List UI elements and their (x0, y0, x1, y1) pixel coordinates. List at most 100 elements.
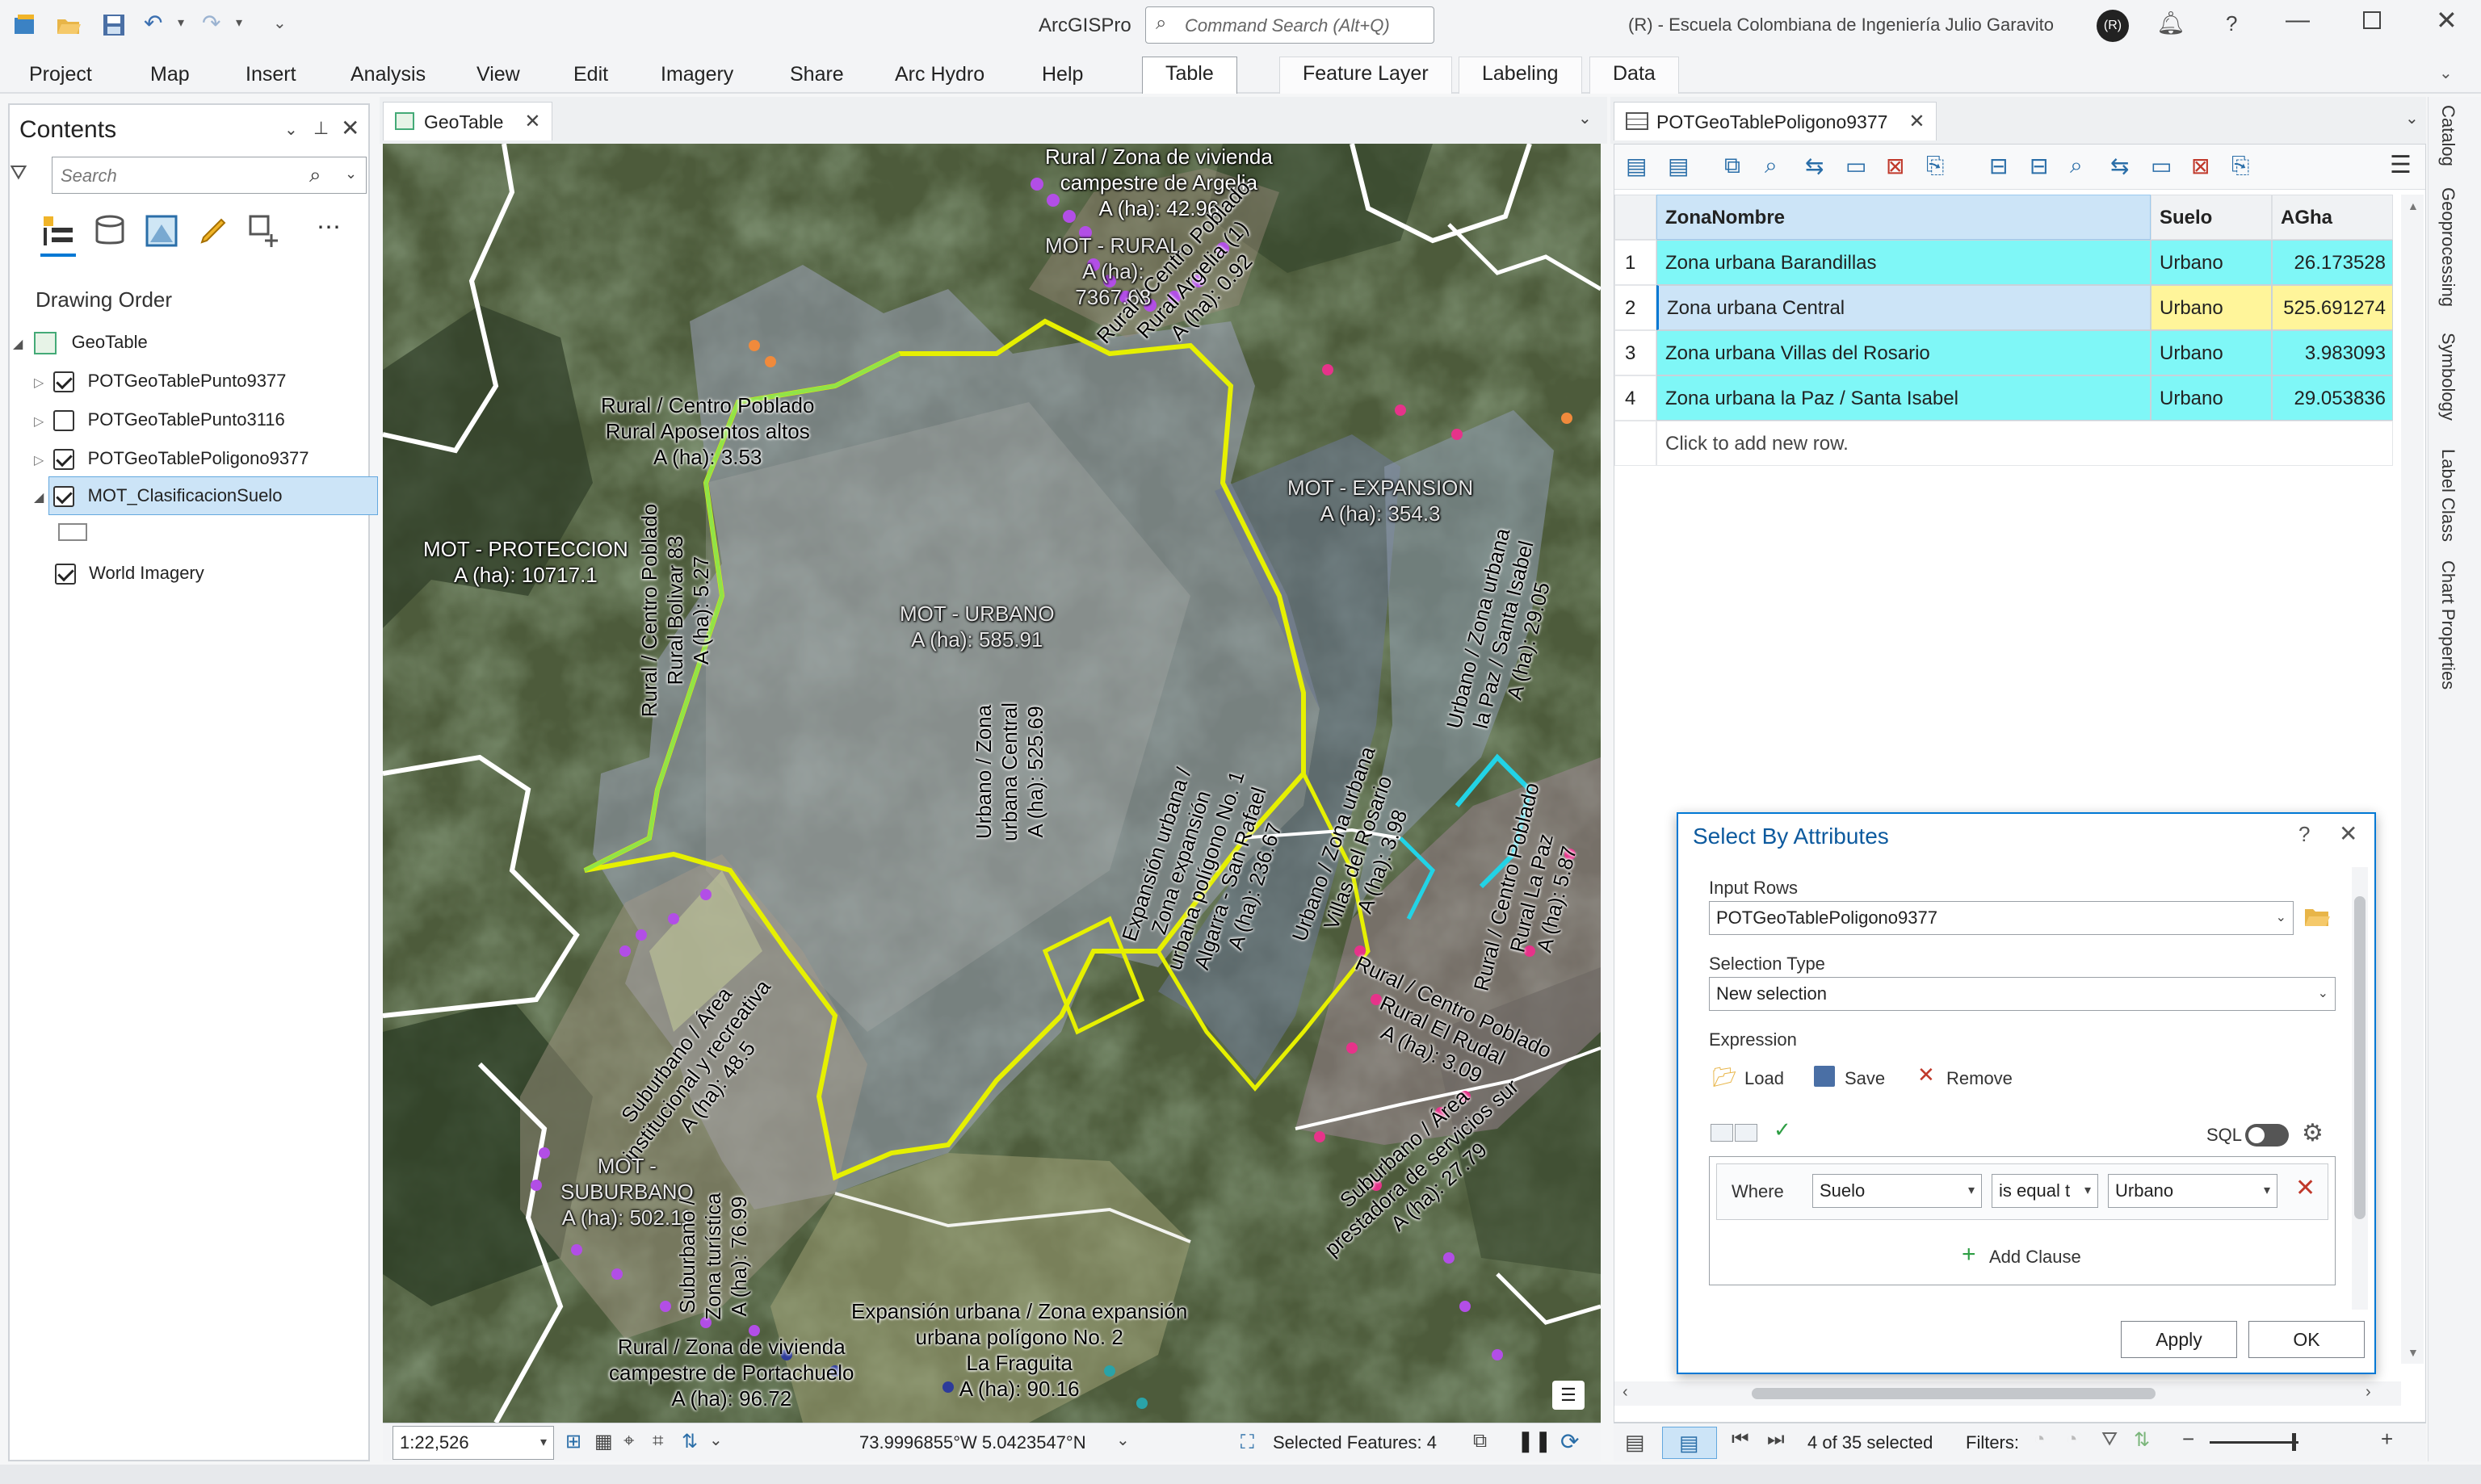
operator-dropdown[interactable]: is equal t ▾ (1992, 1174, 2098, 1208)
chevron-down-icon[interactable]: ⌄ (709, 1430, 723, 1450)
grid-icon[interactable]: ▦ (594, 1430, 613, 1453)
row-number[interactable]: 1 (1614, 240, 1656, 285)
coordinate-format-dropdown-icon[interactable]: ⌄ (1116, 1430, 1130, 1450)
scroll-thumb[interactable] (2354, 896, 2366, 1219)
tab-geotable[interactable]: GeoTable ✕ (383, 102, 553, 140)
remove-icon[interactable]: ✕ (1917, 1063, 1935, 1088)
refresh-icon[interactable]: ⟳ (1560, 1428, 1579, 1455)
layer-row[interactable]: ▷ POTGeoTablePunto3116 (34, 402, 285, 438)
calculate-field-icon[interactable]: ▤ (1668, 153, 1689, 179)
remove-button[interactable]: Remove (1946, 1067, 2013, 1090)
pin-icon[interactable]: ⊥ (313, 118, 329, 139)
more-options-icon[interactable]: ⋯ (317, 213, 341, 241)
table-cell[interactable]: 26.173528 (2272, 240, 2393, 285)
collapse-arrow-icon[interactable]: ◢ (13, 337, 23, 351)
notifications-bell-icon[interactable]: 🔔︎ (2156, 10, 2185, 36)
expand-arrow-icon[interactable]: ▷ (34, 415, 44, 429)
table-vertical-scrollbar[interactable]: ▲ ▼ (2401, 195, 2424, 1364)
tab-analysis[interactable]: Analysis (351, 58, 426, 90)
table-cell[interactable]: 525.691274 (2272, 285, 2393, 330)
verify-check-icon[interactable]: ✓ (1774, 1117, 1791, 1142)
contents-search-input[interactable]: Search ⌕ ⌄ (52, 157, 367, 194)
tab-data[interactable]: Data (1589, 57, 1679, 94)
zoom-to-selection-icon[interactable]: ⌕ (1765, 153, 1778, 179)
zoom-slider-thumb[interactable] (2292, 1433, 2296, 1451)
copy-icon[interactable]: ⎘ (1926, 153, 1944, 179)
scroll-left-icon[interactable]: ‹ (1623, 1383, 1628, 1402)
selection-type-dropdown[interactable]: New selection ⌄ (1709, 977, 2336, 1011)
show-all-icon[interactable]: ⊟ (2030, 153, 2048, 179)
tab-imagery[interactable]: Imagery (661, 58, 733, 90)
list-by-snapping-icon[interactable] (247, 213, 283, 249)
list-by-editing-icon[interactable] (195, 213, 231, 249)
tab-help[interactable]: Help (1042, 58, 1083, 90)
sort-icon[interactable]: ⇅ (2134, 1428, 2150, 1452)
search-icon[interactable]: ⌕ (309, 162, 321, 188)
column-header-zonanombre[interactable]: ZonaNombre (1656, 195, 2151, 240)
collapse-ribbon-icon[interactable]: ⌄ (2439, 63, 2453, 83)
tab-share[interactable]: Share (790, 58, 844, 90)
table-cell[interactable]: Urbano (2151, 375, 2272, 421)
table-cell[interactable]: Zona urbana la Paz / Santa Isabel (1656, 375, 2151, 421)
browse-folder-icon[interactable] (2303, 904, 2331, 929)
scroll-down-icon[interactable]: ▼ (2408, 1346, 2419, 1359)
next-record-icon[interactable]: ⏭ (1767, 1428, 1785, 1451)
clear-selection-icon[interactable]: ▭ (1845, 153, 1866, 179)
load-icon[interactable]: 📂︎ (1712, 1066, 1736, 1089)
add-new-row[interactable]: Click to add new row. (1656, 421, 2393, 466)
layer-row[interactable]: ▷ POTGeoTablePunto9377 (34, 363, 286, 399)
table-cell[interactable]: Zona urbana Central (1656, 285, 2151, 330)
value-dropdown[interactable]: Urbano ▾ (2108, 1174, 2277, 1208)
list-by-source-icon[interactable] (92, 213, 128, 249)
expand-arrow-icon[interactable]: ▷ (34, 376, 44, 390)
minimize-icon[interactable]: — (2286, 6, 2310, 34)
north-arrow-icon[interactable]: ⇅ (682, 1430, 698, 1453)
tab-map[interactable]: Map (150, 58, 190, 90)
row-number[interactable]: 4 (1614, 375, 1656, 421)
close-pane-icon[interactable]: ✕ (341, 115, 359, 141)
scroll-up-icon[interactable]: ▲ (2408, 199, 2419, 212)
collapse-arrow-icon[interactable]: ◢ (34, 491, 44, 505)
command-search-box[interactable]: ⌕ Command Search (Alt+Q) (1145, 6, 1434, 44)
open-project-icon[interactable] (55, 11, 82, 39)
delete-icon[interactable]: ⊠ (2191, 153, 2210, 179)
symbol-swatch[interactable] (58, 523, 87, 541)
tab-list-icon[interactable]: ⌄ (2405, 108, 2419, 128)
close-tab-icon[interactable]: ✕ (1908, 103, 1925, 141)
tab-table-view[interactable]: POTGeoTablePoligono9377 ✕ (1614, 102, 1937, 140)
scale-selector[interactable]: 1:22,526 ▾ (393, 1426, 554, 1460)
pause-drawing-icon[interactable]: ❚❚ (1517, 1428, 1552, 1453)
help-icon[interactable]: ? (2298, 822, 2310, 847)
new-project-icon[interactable] (11, 11, 39, 39)
table-cell[interactable]: 29.053836 (2272, 375, 2393, 421)
layer-visibility-checkbox[interactable] (53, 410, 75, 432)
table-cell[interactable]: Zona urbana Barandillas (1656, 240, 2151, 285)
select-by-attributes-icon[interactable]: ⧉ (1724, 153, 1740, 179)
column-header-suelo[interactable]: Suelo (2151, 195, 2272, 240)
avatar[interactable]: (R) (2097, 10, 2129, 42)
layer-row[interactable]: ▷ POTGeoTablePoligono9377 (34, 441, 309, 476)
load-button[interactable]: Load (1744, 1067, 1784, 1090)
zoom-icon[interactable]: ⌕ (2070, 153, 2083, 179)
layer-visibility-checkbox[interactable] (53, 449, 75, 471)
table-cell[interactable]: Urbano (2151, 240, 2272, 285)
table-cell[interactable]: 3.983093 (2272, 330, 2393, 375)
copy-selected-icon[interactable]: ⎘ (2231, 153, 2249, 179)
redo-icon[interactable]: ↷ (202, 10, 220, 36)
filter-time-icon[interactable]: ◔ (2066, 1428, 2078, 1451)
add-field-icon[interactable]: ▤ (1626, 153, 1647, 179)
snapping-icon[interactable]: ⌗ (653, 1430, 664, 1453)
sql-mode-icon[interactable] (1735, 1124, 1757, 1142)
save-button[interactable]: Save (1845, 1067, 1885, 1090)
add-clause-button[interactable]: Add Clause (1989, 1246, 2081, 1268)
layer-row[interactable]: World Imagery (55, 555, 204, 591)
help-icon[interactable]: ? (2226, 11, 2237, 36)
filter-table-icon[interactable]: ⛛ (2101, 1428, 2118, 1451)
restore-icon[interactable] (2363, 11, 2381, 29)
pan-to-icon[interactable]: ⇆ (2110, 153, 2129, 179)
field-dropdown[interactable]: Suelo ▾ (1812, 1174, 1982, 1208)
input-rows-dropdown[interactable]: POTGeoTablePoligono9377 ⌄ (1709, 901, 2294, 935)
switch-selection-icon[interactable]: ⇆ (1805, 153, 1824, 179)
table-horizontal-scrollbar[interactable]: ‹ › (1614, 1381, 2401, 1406)
zoom-out-icon[interactable]: − (2182, 1427, 2194, 1452)
